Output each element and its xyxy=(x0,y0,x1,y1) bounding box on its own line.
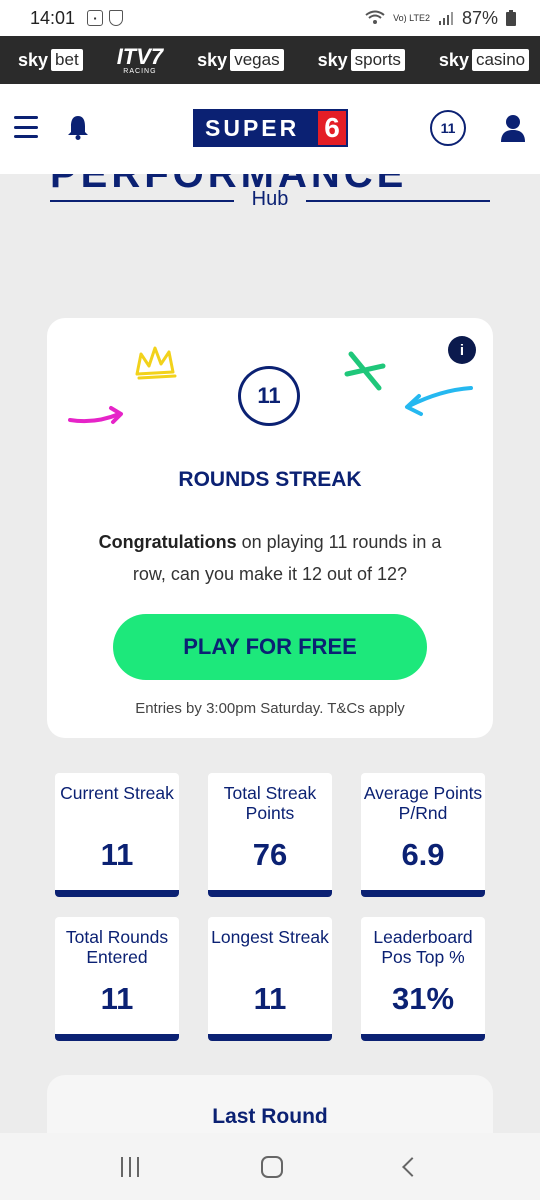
stat-value: 11 xyxy=(253,981,287,1016)
stat-value: 6.9 xyxy=(401,837,445,872)
app-header: SUPER 6 11 xyxy=(0,84,540,174)
brand-sky-sports[interactable]: sky sports xyxy=(318,49,405,71)
brand-sky-casino[interactable]: sky casino xyxy=(438,49,530,71)
stat-label: Current Streak xyxy=(60,783,174,803)
stat-accent-bar xyxy=(55,1034,179,1041)
stat-accent-bar xyxy=(361,890,485,897)
user-icon[interactable] xyxy=(500,114,526,142)
brand-prefix: ITV7 xyxy=(116,43,164,69)
crown-doodle-icon xyxy=(135,346,177,380)
brand-box: bet xyxy=(51,49,83,71)
status-time: 14:01 xyxy=(30,7,76,28)
brand-prefix: sky xyxy=(197,49,228,70)
stat-label: Longest Streak xyxy=(211,927,329,947)
hub-title: PERFORMANCE xyxy=(50,174,407,188)
brand-box: vegas xyxy=(230,49,284,71)
logo-six: 6 xyxy=(318,111,346,145)
back-icon[interactable] xyxy=(402,1156,422,1177)
streak-card-title: ROUNDS STREAK xyxy=(178,468,362,491)
stat-total-streak-points: Total Streak Points 76 xyxy=(208,773,332,897)
brand-box: sports xyxy=(350,49,405,71)
brand-prefix: sky xyxy=(438,49,469,70)
stat-value: 11 xyxy=(100,837,134,872)
system-nav-bar xyxy=(0,1133,540,1200)
stat-accent-bar xyxy=(208,1034,332,1041)
streak-count-circle: 11 xyxy=(238,366,300,426)
entries-fine-print: Entries by 3:00pm Saturday. T&Cs apply xyxy=(135,700,405,717)
stat-value: 76 xyxy=(252,837,288,872)
blue-arrow-doodle-icon xyxy=(405,386,473,416)
stat-accent-bar xyxy=(55,890,179,897)
congrats-bold: Congratulations xyxy=(98,532,237,552)
wifi-icon xyxy=(365,10,385,24)
shield-icon xyxy=(109,10,124,26)
cross-doodle-icon xyxy=(344,351,386,391)
stat-label: Average Points P/Rnd xyxy=(363,783,483,823)
pink-arrow-doodle-icon xyxy=(68,406,123,424)
stat-average-points: Average Points P/Rnd 6.9 xyxy=(361,773,485,897)
info-icon[interactable]: i xyxy=(448,336,476,364)
stat-label: Total Rounds Entered xyxy=(65,927,169,967)
stat-accent-bar xyxy=(361,1034,485,1041)
stat-total-rounds-entered: Total Rounds Entered 11 xyxy=(55,917,179,1041)
battery-icon xyxy=(506,10,516,26)
bell-icon[interactable] xyxy=(67,114,89,140)
menu-icon[interactable] xyxy=(14,116,38,138)
brand-sky-vegas[interactable]: sky vegas xyxy=(197,49,284,71)
stat-current-streak: Current Streak 11 xyxy=(55,773,179,897)
status-notification-icons: ▪ xyxy=(87,10,124,26)
status-bar: 14:01 ▪ Vo) LTE2 87% xyxy=(0,0,540,36)
brand-prefix: sky xyxy=(18,49,49,70)
stat-label: Total Streak Points xyxy=(223,783,317,823)
brand-sky-bet[interactable]: sky bet xyxy=(18,49,83,71)
recent-apps-icon[interactable] xyxy=(121,1156,139,1177)
network-label: Vo) LTE2 xyxy=(393,12,430,23)
stat-value: 11 xyxy=(100,981,134,1016)
logo-text: SUPER xyxy=(205,114,300,141)
streak-card-body: Congratulations on playing 11 rounds in … xyxy=(97,526,443,590)
brand-itv7-racing[interactable]: ITV7 RACING xyxy=(116,43,164,75)
brand-box: casino xyxy=(471,49,530,71)
play-for-free-button[interactable]: PLAY FOR FREE xyxy=(113,614,427,680)
last-round-title: Last Round xyxy=(212,1105,328,1128)
streak-badge[interactable]: 11 xyxy=(430,110,466,146)
super6-logo[interactable]: SUPER 6 xyxy=(193,109,348,147)
signal-icon xyxy=(438,12,453,25)
rounds-streak-card: i 11 ROUNDS STREAK Congratulations on pl… xyxy=(47,318,493,738)
sky-brand-bar: sky bet ITV7 RACING sky vegas sky sports… xyxy=(0,36,540,84)
status-right: Vo) LTE2 87% xyxy=(365,8,516,29)
brand-box: RACING xyxy=(123,67,157,75)
stat-leaderboard-position: Leaderboard Pos Top % 31% xyxy=(361,917,485,1041)
hub-title-clip: PERFORMANCE xyxy=(0,174,540,188)
stat-value: 31% xyxy=(391,981,455,1016)
sky-bet-notification-icon: ▪ xyxy=(87,10,104,26)
battery-percent: 87% xyxy=(461,7,498,28)
stat-longest-streak: Longest Streak 11 xyxy=(208,917,332,1041)
hub-subtitle: Hub xyxy=(234,188,306,211)
stat-label: Leaderboard Pos Top % xyxy=(373,927,473,967)
stat-accent-bar xyxy=(208,890,332,897)
brand-prefix: sky xyxy=(317,49,348,70)
home-icon[interactable] xyxy=(261,1155,283,1178)
